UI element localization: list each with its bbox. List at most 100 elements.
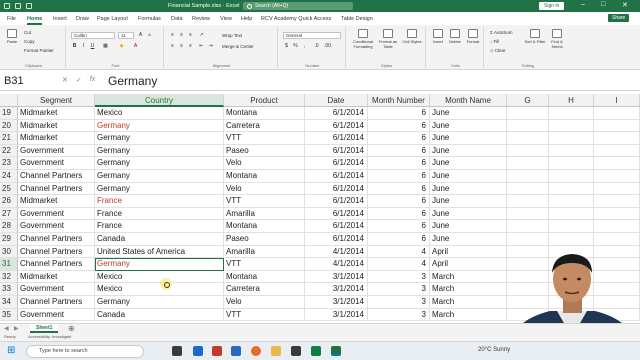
insert-function-icon[interactable]: fx [90, 76, 95, 84]
cell-styles-button[interactable]: Cell Styles [401, 29, 423, 44]
cell-segment[interactable]: Channel Partners [18, 258, 95, 271]
cell-i[interactable] [594, 132, 640, 145]
cell-h[interactable] [549, 182, 594, 196]
cell-date[interactable]: 6/1/2014 [305, 182, 368, 196]
row-header[interactable]: 20 [0, 119, 18, 133]
cell-date[interactable]: 6/1/2014 [305, 220, 368, 233]
column-header-d[interactable]: Date [305, 94, 368, 107]
cell-month-number[interactable]: 3 [368, 296, 430, 309]
cell-country[interactable]: France [95, 207, 224, 221]
minimize-icon[interactable]: – [581, 1, 585, 8]
cell-month-name[interactable]: June [430, 170, 507, 183]
cell-h[interactable] [549, 170, 594, 183]
cell-product[interactable]: Montana [224, 270, 305, 284]
cell-month-name[interactable]: June [430, 207, 507, 221]
align-middle-icon[interactable]: ≡ [178, 32, 185, 38]
close-icon[interactable]: ✕ [622, 1, 628, 9]
cell-country[interactable]: Germany [95, 157, 224, 170]
cell-month-number[interactable]: 6 [368, 132, 430, 145]
cell-h[interactable] [549, 107, 594, 120]
cell-date[interactable]: 6/1/2014 [305, 144, 368, 158]
cell-month-name[interactable]: March [430, 270, 507, 284]
row-header[interactable]: 32 [0, 270, 18, 284]
cell-country[interactable]: Germany [95, 170, 224, 183]
cell-date[interactable]: 6/1/2014 [305, 170, 368, 183]
cell-segment[interactable]: Government [18, 157, 95, 170]
cell-date[interactable]: 3/1/2014 [305, 296, 368, 309]
cell-month-name[interactable]: April [430, 245, 507, 259]
cell-product[interactable]: Carretera [224, 119, 305, 133]
tab-insert[interactable]: Insert [53, 16, 67, 22]
app-icon[interactable] [212, 346, 222, 356]
cell-h[interactable] [549, 157, 594, 170]
share-button[interactable]: Share [608, 14, 630, 22]
cell-date[interactable]: 4/1/2014 [305, 258, 368, 271]
search-box[interactable]: Search (Alt+Q) [243, 2, 353, 10]
row-header[interactable]: 27 [0, 207, 18, 221]
cell-product[interactable]: Montana [224, 107, 305, 120]
cell-month-name[interactable]: June [430, 132, 507, 145]
currency-icon[interactable]: $ [283, 43, 290, 49]
cell-month-name[interactable]: March [430, 283, 507, 296]
column-header-a[interactable]: Segment [18, 94, 95, 107]
weather-widget[interactable]: 20°C Sunny [478, 347, 510, 353]
cell-segment[interactable]: Midmarket [18, 132, 95, 145]
cell-segment[interactable]: Government [18, 308, 95, 322]
increase-font-icon[interactable]: A [137, 32, 144, 38]
cell-product[interactable]: Montana [224, 220, 305, 233]
row-header[interactable]: 22 [0, 144, 18, 158]
insert-cells-button[interactable]: Insert [429, 29, 447, 44]
copy-button[interactable]: Copy [24, 39, 35, 44]
cell-month-name[interactable]: June [430, 157, 507, 170]
cell-h[interactable] [549, 132, 594, 145]
cell-segment[interactable]: Government [18, 283, 95, 296]
cell-h[interactable] [549, 233, 594, 246]
cell-i[interactable] [594, 119, 640, 133]
cell-g[interactable] [507, 207, 549, 221]
cell-g[interactable] [507, 157, 549, 170]
cell-month-name[interactable]: June [430, 220, 507, 233]
column-header-f[interactable]: Month Name [430, 94, 507, 107]
cell-country[interactable]: France [95, 195, 224, 208]
cell-segment[interactable]: Channel Partners [18, 233, 95, 246]
cell-date[interactable]: 6/1/2014 [305, 233, 368, 246]
cell-i[interactable] [594, 170, 640, 183]
cell-g[interactable] [507, 144, 549, 158]
cell-date[interactable]: 6/1/2014 [305, 119, 368, 133]
row-header[interactable]: 25 [0, 182, 18, 196]
cell-i[interactable] [594, 207, 640, 221]
cell-month-number[interactable]: 6 [368, 195, 430, 208]
tab-draw[interactable]: Draw [76, 16, 89, 22]
cell-country[interactable]: Germany [95, 296, 224, 309]
cancel-icon[interactable]: ✕ [62, 76, 68, 84]
row-header[interactable]: 29 [0, 233, 18, 246]
cell-g[interactable] [507, 170, 549, 183]
orientation-icon[interactable]: ↗ [198, 32, 205, 38]
align-top-icon[interactable]: ≡ [169, 32, 176, 38]
font-color-icon[interactable]: A [132, 43, 139, 49]
cell-g[interactable] [507, 220, 549, 233]
column-header-i[interactable]: I [594, 94, 640, 107]
cell-month-number[interactable]: 6 [368, 233, 430, 246]
cell-month-number[interactable]: 3 [368, 308, 430, 322]
cell-h[interactable] [549, 220, 594, 233]
row-header[interactable]: 28 [0, 220, 18, 233]
cell-segment[interactable]: Government [18, 220, 95, 233]
cell-date[interactable]: 6/1/2014 [305, 157, 368, 170]
cell-month-number[interactable]: 3 [368, 270, 430, 284]
cell-month-name[interactable]: June [430, 182, 507, 196]
cell-date[interactable]: 3/1/2014 [305, 308, 368, 322]
tab-rcv-academy[interactable]: RCV Academy Quick Access [261, 16, 331, 22]
cell-product[interactable]: Velo [224, 296, 305, 309]
prev-sheet-icon[interactable]: ◀ [4, 325, 9, 332]
decrease-indent-icon[interactable]: ⇤ [198, 43, 205, 49]
underline-icon[interactable]: U [89, 43, 96, 49]
row-header[interactable]: 21 [0, 132, 18, 145]
cell-product[interactable]: Montana [224, 170, 305, 183]
tab-table-design[interactable]: Table Design [341, 16, 373, 22]
cell-country[interactable]: Mexico [95, 107, 224, 120]
accessibility-status[interactable]: Accessibility: Investigate [28, 333, 71, 341]
task-view-icon[interactable] [172, 346, 182, 356]
cell-date[interactable]: 4/1/2014 [305, 245, 368, 259]
cell-month-name[interactable]: June [430, 144, 507, 158]
